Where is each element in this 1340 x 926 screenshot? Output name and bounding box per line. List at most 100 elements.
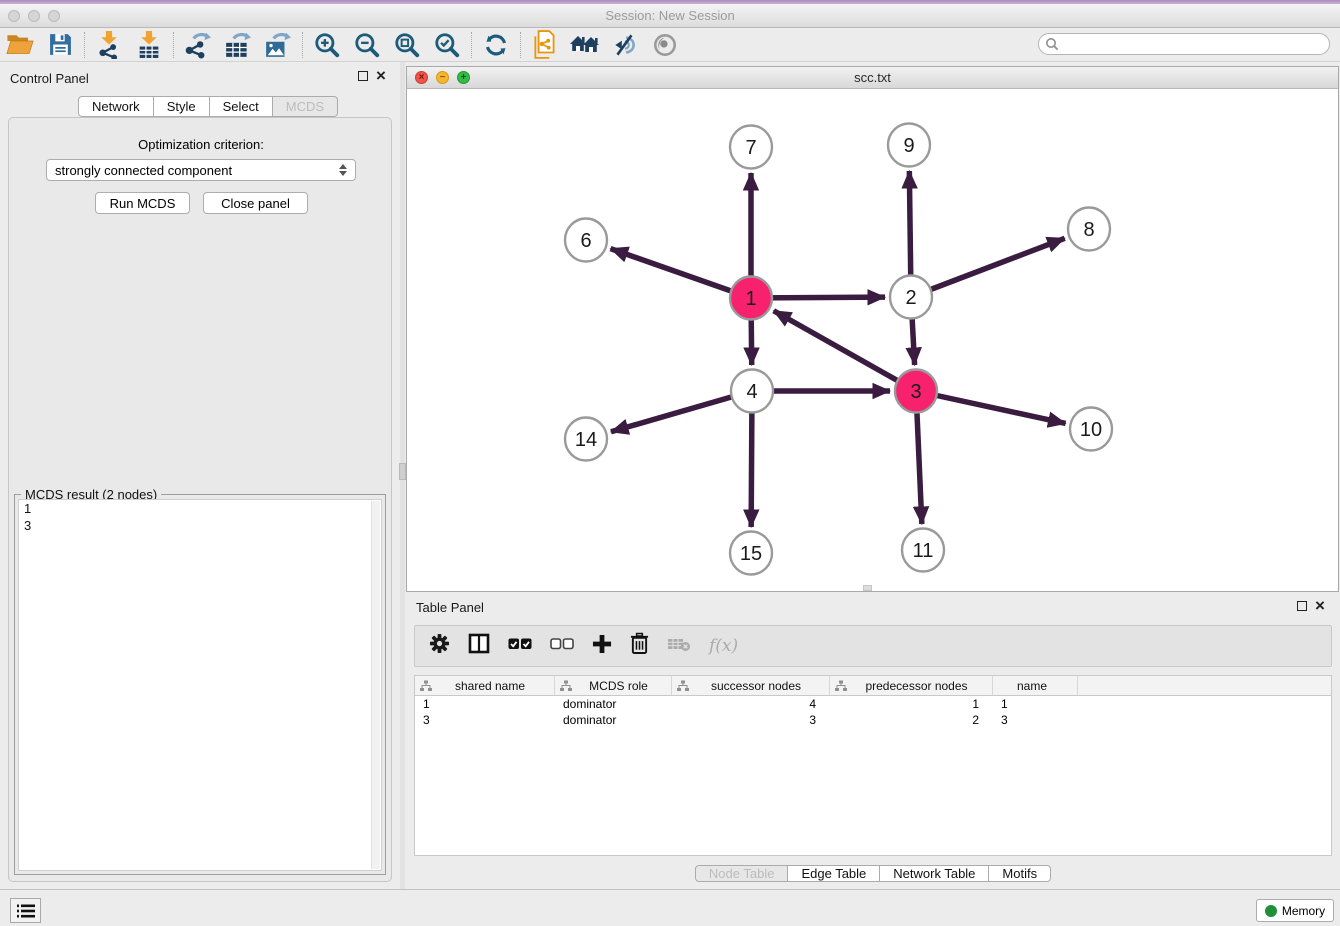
export-network-button[interactable] bbox=[178, 30, 218, 60]
network-view-window: × − + scc.txt 1234678910111415 bbox=[406, 66, 1339, 592]
graph-node-label: 1 bbox=[745, 288, 756, 310]
tab-node-table[interactable]: Node Table bbox=[695, 865, 789, 882]
float-panel-icon[interactable] bbox=[358, 71, 368, 81]
column-header-predecessor-nodes[interactable]: predecessor nodes bbox=[830, 676, 993, 695]
graph-node-label: 8 bbox=[1083, 219, 1094, 241]
table-toolbar: f(x) bbox=[414, 625, 1332, 667]
select-all-icon bbox=[508, 637, 532, 651]
save-icon bbox=[48, 32, 73, 57]
column-header-mcds-role[interactable]: MCDS role bbox=[555, 676, 672, 695]
trash-icon bbox=[630, 632, 649, 655]
tab-motifs[interactable]: Motifs bbox=[989, 865, 1051, 882]
column-header-shared-name[interactable]: shared name bbox=[415, 676, 555, 695]
function-builder-button[interactable]: f(x) bbox=[709, 636, 738, 656]
toolbar-separator bbox=[302, 32, 303, 58]
show-graphics-details-button[interactable] bbox=[645, 30, 685, 60]
run-mcds-button[interactable]: Run MCDS bbox=[95, 192, 190, 214]
plus-icon bbox=[592, 634, 612, 654]
search-input[interactable] bbox=[1038, 33, 1330, 55]
clone-network-button[interactable] bbox=[525, 30, 565, 60]
table-row[interactable]: 1 dominator 4 1 1 bbox=[415, 696, 1331, 712]
table-settings-button[interactable] bbox=[429, 633, 450, 659]
session-title: Session: New Session bbox=[0, 8, 1340, 23]
tree-icon bbox=[420, 680, 432, 692]
home-icon bbox=[569, 33, 601, 57]
export-table-button[interactable] bbox=[218, 30, 258, 60]
mcds-result-textarea[interactable]: 1 3 bbox=[18, 499, 382, 871]
zoom-selected-icon bbox=[433, 31, 461, 59]
close-panel-icon[interactable]: × bbox=[1315, 601, 1325, 611]
result-scrollbar[interactable] bbox=[371, 501, 380, 869]
memory-button[interactable]: Memory bbox=[1256, 899, 1334, 922]
horizontal-splitter-grip[interactable] bbox=[863, 585, 872, 591]
tab-select[interactable]: Select bbox=[210, 96, 273, 117]
column-browser-button[interactable] bbox=[468, 633, 490, 659]
add-column-button[interactable] bbox=[592, 634, 612, 659]
table-row[interactable]: 3 dominator 3 2 3 bbox=[415, 712, 1331, 728]
result-line: 1 bbox=[19, 500, 381, 517]
float-panel-icon[interactable] bbox=[1297, 601, 1307, 611]
result-line: 3 bbox=[19, 517, 381, 534]
control-panel-tabs: Network Style Select MCDS bbox=[78, 96, 338, 117]
deselect-all-button[interactable] bbox=[550, 637, 574, 656]
optimization-criterion-select[interactable]: strongly connected component bbox=[46, 159, 356, 181]
table-panel-tabs: Node Table Edge Table Network Table Moti… bbox=[406, 865, 1340, 882]
select-stepper-icon bbox=[339, 164, 347, 176]
tab-mcds[interactable]: MCDS bbox=[273, 96, 338, 117]
zoom-out-icon bbox=[353, 31, 381, 59]
tab-edge-table[interactable]: Edge Table bbox=[788, 865, 880, 882]
apply-layout-button[interactable] bbox=[476, 30, 516, 60]
delete-column-button[interactable] bbox=[630, 632, 649, 660]
task-history-button[interactable] bbox=[10, 898, 41, 923]
zoom-fit-button[interactable] bbox=[387, 30, 427, 60]
network-graph[interactable]: 1234678910111415 bbox=[407, 89, 1338, 591]
export-image-button[interactable] bbox=[258, 30, 298, 60]
search-field bbox=[1038, 33, 1330, 55]
zoom-in-button[interactable] bbox=[307, 30, 347, 60]
graph-edge-2-8[interactable] bbox=[911, 238, 1065, 297]
tab-network-table[interactable]: Network Table bbox=[880, 865, 989, 882]
column-browser-icon bbox=[468, 633, 490, 654]
zoom-out-button[interactable] bbox=[347, 30, 387, 60]
close-panel-icon[interactable]: × bbox=[376, 71, 386, 81]
mcds-panel: Optimization criterion: strongly connect… bbox=[8, 117, 392, 882]
graph-node-label: 2 bbox=[905, 287, 916, 309]
open-session-button[interactable] bbox=[0, 30, 40, 60]
column-header-name[interactable]: name bbox=[993, 676, 1078, 695]
gear-icon bbox=[429, 633, 450, 654]
column-header-successor-nodes[interactable]: successor nodes bbox=[672, 676, 830, 695]
list-icon bbox=[17, 904, 35, 918]
search-icon bbox=[1045, 37, 1059, 51]
export-network-icon bbox=[184, 31, 212, 59]
graph-edge-1-6[interactable] bbox=[611, 249, 751, 298]
save-session-button[interactable] bbox=[40, 30, 80, 60]
tree-icon bbox=[835, 680, 847, 692]
graph-node-label: 10 bbox=[1080, 419, 1102, 441]
clone-network-icon bbox=[532, 30, 558, 60]
graph-node-label: 11 bbox=[913, 540, 934, 562]
home-button[interactable] bbox=[565, 30, 605, 60]
tree-icon bbox=[677, 680, 689, 692]
splitter-grip[interactable] bbox=[399, 463, 406, 480]
delete-table-button[interactable] bbox=[667, 636, 691, 657]
tab-style[interactable]: Style bbox=[154, 96, 210, 117]
graph-node-label: 9 bbox=[903, 135, 914, 157]
toolbar-separator bbox=[520, 32, 521, 58]
selected-option: strongly connected component bbox=[55, 163, 232, 178]
import-table-button[interactable] bbox=[129, 30, 169, 60]
network-view-title: scc.txt bbox=[407, 70, 1338, 85]
cell-name: 3 bbox=[993, 712, 1078, 728]
cell-shared-name: 3 bbox=[415, 712, 555, 728]
import-network-button[interactable] bbox=[89, 30, 129, 60]
import-network-icon bbox=[96, 31, 122, 59]
cell-successor-nodes: 4 bbox=[672, 696, 830, 712]
hide-graphics-details-button[interactable] bbox=[605, 30, 645, 60]
select-all-button[interactable] bbox=[508, 637, 532, 656]
tree-icon bbox=[560, 680, 572, 692]
graph-edge-3-10[interactable] bbox=[916, 391, 1066, 423]
zoom-selected-button[interactable] bbox=[427, 30, 467, 60]
tab-network[interactable]: Network bbox=[78, 96, 154, 117]
refresh-icon bbox=[483, 32, 509, 58]
close-panel-button[interactable]: Close panel bbox=[203, 192, 308, 214]
graph-edge-3-1[interactable] bbox=[774, 311, 916, 391]
